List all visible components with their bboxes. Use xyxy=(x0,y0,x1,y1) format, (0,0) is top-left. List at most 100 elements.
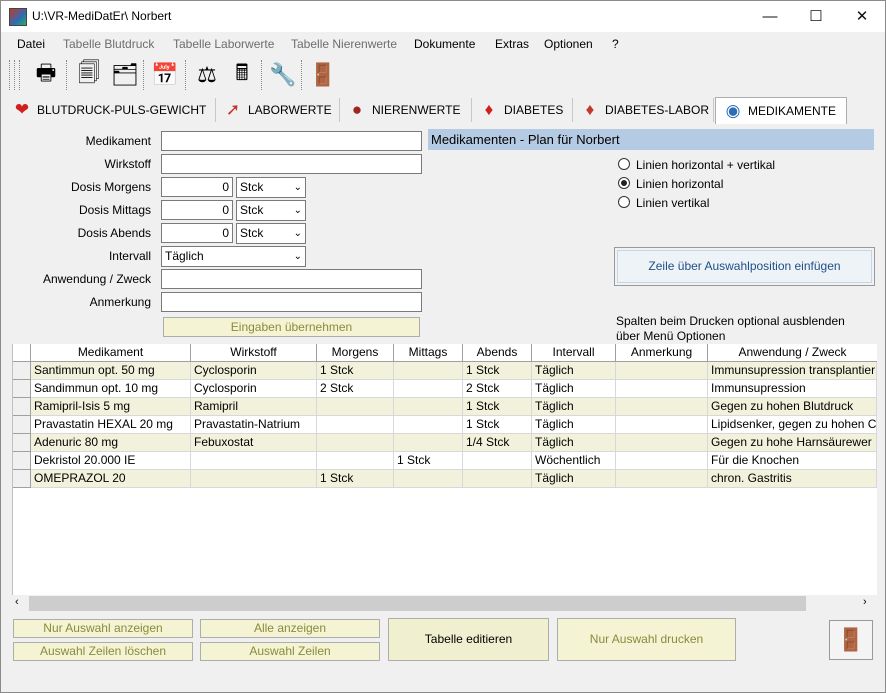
row-header[interactable] xyxy=(13,380,31,398)
col-header-anmerkung[interactable]: Anmerkung xyxy=(616,344,708,362)
table-cell[interactable] xyxy=(394,470,463,488)
table-cell[interactable]: Lipidsenker, gegen zu hohen C xyxy=(708,416,877,434)
col-header-wirkstoff[interactable]: Wirkstoff xyxy=(191,344,317,362)
medication-table[interactable]: Medikament Wirkstoff Morgens Mittags Abe… xyxy=(12,344,877,595)
table-cell[interactable]: Gegen zu hohen Blutdruck xyxy=(708,398,877,416)
table-cell[interactable]: 1 Stck xyxy=(463,362,532,380)
table-cell[interactable] xyxy=(394,398,463,416)
table-cell[interactable]: Gegen zu hohe Harnsäurewer xyxy=(708,434,877,452)
table-cell[interactable] xyxy=(463,452,532,470)
table-cell[interactable] xyxy=(616,398,708,416)
table-cell[interactable]: Ramipril xyxy=(191,398,317,416)
close-button[interactable]: ✕ xyxy=(839,1,885,32)
scrollbar-thumb[interactable] xyxy=(29,596,806,611)
table-cell[interactable] xyxy=(463,470,532,488)
printer-icon[interactable]: 🖶 xyxy=(30,59,62,91)
dosis-morgens-unit-select[interactable]: Stck ⌄ xyxy=(236,177,306,198)
table-cell[interactable]: Sandimmun opt. 10 mg xyxy=(31,380,191,398)
table-cell[interactable]: Täglich xyxy=(532,434,616,452)
table-cell[interactable] xyxy=(616,452,708,470)
col-header-abends[interactable]: Abends xyxy=(463,344,532,362)
menu-tabelle-nierenwerte[interactable]: Tabelle Nierenwerte xyxy=(291,37,397,51)
table-cell[interactable]: Immunsupression transplantier xyxy=(708,362,877,380)
table-cell[interactable]: Täglich xyxy=(532,416,616,434)
tab-medikamente[interactable]: ◉ MEDIKAMENTE xyxy=(715,97,847,124)
auswahl-zeilen-loeschen-button[interactable]: Auswahl Zeilen löschen xyxy=(13,642,193,661)
table-cell[interactable]: Cyclosporin xyxy=(191,380,317,398)
table-cell[interactable]: Für die Knochen xyxy=(708,452,877,470)
folder-documents-icon[interactable]: 🗂 xyxy=(109,59,141,91)
table-cell[interactable] xyxy=(394,380,463,398)
alle-anzeigen-button[interactable]: Alle anzeigen xyxy=(200,619,380,638)
table-cell[interactable]: Febuxostat xyxy=(191,434,317,452)
table-cell[interactable] xyxy=(616,470,708,488)
row-header[interactable] xyxy=(13,434,31,452)
table-cell[interactable]: Täglich xyxy=(532,362,616,380)
tools-icon[interactable]: 🔧 xyxy=(267,59,299,91)
table-cell[interactable]: Adenuric 80 mg xyxy=(31,434,191,452)
table-row[interactable]: Adenuric 80 mg Febuxostat 1/4 Stck Täglich G… xyxy=(13,434,877,452)
table-cell[interactable]: chron. Gastritis xyxy=(708,470,877,488)
table-cell[interactable]: OMEPRAZOL 20 xyxy=(31,470,191,488)
table-cell[interactable]: Pravastatin HEXAL 20 mg xyxy=(31,416,191,434)
radio-lines-both[interactable] xyxy=(618,158,630,170)
col-header-mittags[interactable]: Mittags xyxy=(394,344,463,362)
scroll-left-icon[interactable]: ‹ xyxy=(15,596,19,608)
table-row[interactable]: Santimmun opt. 50 mg Cyclosporin 1 Stck 1 S… xyxy=(13,362,877,380)
row-header[interactable] xyxy=(13,452,31,470)
radio-lines-horizontal[interactable] xyxy=(618,177,630,189)
table-cell[interactable] xyxy=(394,434,463,452)
table-row[interactable]: Pravastatin HEXAL 20 mg Pravastatin-Natri… xyxy=(13,416,877,434)
table-cell[interactable] xyxy=(616,380,708,398)
tab-blutdruck[interactable]: ❤ BLUTDRUCK-PULS-GEWICHT xyxy=(5,98,216,122)
table-row[interactable]: Ramipril-Isis 5 mg Ramipril 1 Stck Täglich G… xyxy=(13,398,877,416)
table-cell[interactable]: 1 Stck xyxy=(317,470,394,488)
scroll-right-icon[interactable]: › xyxy=(863,596,867,608)
scale-icon[interactable]: ⚖ xyxy=(191,59,223,91)
row-header[interactable] xyxy=(13,470,31,488)
tab-diabetes[interactable]: ♦ DIABETES xyxy=(472,98,573,122)
table-cell[interactable] xyxy=(317,416,394,434)
table-cell[interactable]: 1 Stck xyxy=(317,362,394,380)
tab-diabetes-labor[interactable]: ♦ DIABETES-LABOR xyxy=(573,98,714,122)
table-cell[interactable]: 2 Stck xyxy=(317,380,394,398)
minimize-button[interactable]: — xyxy=(747,1,793,32)
menu-tabelle-laborwerte[interactable]: Tabelle Laborwerte xyxy=(173,37,274,51)
table-cell[interactable] xyxy=(317,398,394,416)
anwendung-field[interactable] xyxy=(161,269,422,289)
table-cell[interactable]: Immunsupression xyxy=(708,380,877,398)
table-cell[interactable]: 1 Stck xyxy=(463,416,532,434)
row-header[interactable] xyxy=(13,362,31,380)
table-cell[interactable] xyxy=(191,452,317,470)
table-row[interactable]: Sandimmun opt. 10 mg Cyclosporin 2 Stck 2 S… xyxy=(13,380,877,398)
table-cell[interactable]: Täglich xyxy=(532,380,616,398)
dosis-abends-field[interactable]: 0 xyxy=(161,223,233,243)
col-header-anwendung[interactable]: Anwendung / Zweck xyxy=(708,344,877,362)
table-cell[interactable] xyxy=(191,470,317,488)
table-cell[interactable] xyxy=(616,416,708,434)
table-cell[interactable]: Santimmun opt. 50 mg xyxy=(31,362,191,380)
col-header-medikament[interactable]: Medikament xyxy=(31,344,191,362)
wirkstoff-field[interactable] xyxy=(161,154,422,174)
table-row[interactable]: OMEPRAZOL 20 1 Stck Täglich chron. Gastrit… xyxy=(13,470,877,488)
table-cell[interactable] xyxy=(616,434,708,452)
nur-auswahl-drucken-button[interactable]: Nur Auswahl drucken xyxy=(557,618,736,661)
radio-lines-vertical[interactable] xyxy=(618,196,630,208)
table-cell[interactable]: Täglich xyxy=(532,470,616,488)
menu-optionen[interactable]: Optionen xyxy=(544,37,593,51)
insert-row-button[interactable]: Zeile über Auswahlposition einfügen xyxy=(614,247,875,286)
exit-door-icon[interactable]: 🚪 xyxy=(829,620,873,660)
table-cell[interactable]: 1 Stck xyxy=(394,452,463,470)
table-cell[interactable]: Cyclosporin xyxy=(191,362,317,380)
tab-laborwerte[interactable]: ➚ LABORWERTE xyxy=(216,98,340,122)
auswahl-zeilen-button[interactable]: Auswahl Zeilen xyxy=(200,642,380,661)
table-cell[interactable]: Ramipril-Isis 5 mg xyxy=(31,398,191,416)
dosis-mittags-unit-select[interactable]: Stck ⌄ xyxy=(236,200,306,221)
dosis-abends-unit-select[interactable]: Stck ⌄ xyxy=(236,223,306,244)
menu-extras[interactable]: Extras xyxy=(495,37,529,51)
tabelle-editieren-button[interactable]: Tabelle editieren xyxy=(388,618,549,661)
calculator-icon[interactable]: 🖩 xyxy=(226,59,258,91)
table-cell[interactable]: Täglich xyxy=(532,398,616,416)
table-cell[interactable] xyxy=(394,362,463,380)
menu-tabelle-blutdruck[interactable]: Tabelle Blutdruck xyxy=(63,37,154,51)
